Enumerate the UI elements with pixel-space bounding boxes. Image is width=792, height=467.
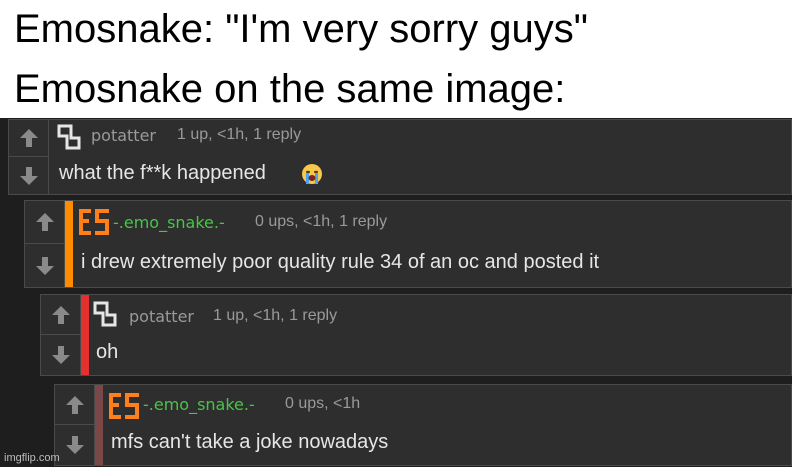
downvote-button[interactable] [25, 244, 64, 287]
down-arrow-icon [35, 256, 54, 275]
meme-caption-top: Emosnake: "I'm very sorry guys" [14, 7, 588, 51]
potatter-avatar-icon [57, 124, 81, 150]
downvote-button[interactable] [41, 335, 80, 375]
comment-text: what the f**k happened [59, 162, 266, 184]
upvote-button[interactable] [55, 385, 94, 425]
comment-username[interactable]: potatter [91, 126, 156, 145]
comment-text: mfs can't take a joke nowadays [111, 431, 389, 453]
vote-column [41, 295, 81, 375]
reply-depth-bar [81, 295, 89, 375]
comment-1: potatter 1 up, <1h, 1 reply what the f**… [8, 119, 792, 195]
reply-depth-bar [95, 385, 103, 465]
comment-meta: 0 ups, <1h, 1 reply [255, 213, 388, 230]
upvote-button[interactable] [41, 295, 80, 335]
down-arrow-icon [65, 436, 84, 454]
es-avatar-icon [109, 393, 139, 419]
upvote-button[interactable] [9, 120, 48, 157]
vote-column [9, 120, 49, 194]
down-arrow-icon [19, 166, 38, 185]
comment-username[interactable]: -.emo_snake.- [143, 395, 255, 414]
potatter-avatar-icon [93, 301, 117, 327]
upvote-button[interactable] [25, 201, 64, 244]
comment-meta: 1 up, <1h, 1 reply [213, 307, 338, 324]
vote-column [25, 201, 65, 287]
imgflip-watermark: imgflip.com [4, 452, 60, 464]
comment-3: potatter 1 up, <1h, 1 reply oh [40, 294, 792, 376]
up-arrow-icon [19, 129, 38, 147]
down-arrow-icon [51, 346, 70, 364]
up-arrow-icon [51, 305, 70, 324]
comment-meta: 1 up, <1h, 1 reply [177, 126, 302, 143]
comment-text: oh [96, 341, 119, 363]
downvote-button[interactable] [9, 157, 48, 194]
comment-2: -.emo_snake.- 0 ups, <1h, 1 reply i drew… [24, 200, 792, 288]
loudly-crying-face-icon [302, 164, 322, 184]
downvote-button[interactable] [55, 425, 94, 465]
meme-caption-bottom: Emosnake on the same image: [14, 67, 566, 111]
comment-username[interactable]: -.emo_snake.- [113, 213, 225, 232]
comment-thread-screenshot: potatter 1 up, <1h, 1 reply what the f**… [0, 118, 792, 467]
comment-meta: 0 ups, <1h [285, 395, 361, 412]
es-avatar-icon [79, 209, 109, 235]
comment-4: -.emo_snake.- 0 ups, <1h mfs can't take … [54, 384, 792, 466]
up-arrow-icon [35, 213, 54, 231]
comment-text: i drew extremely poor quality rule 34 of… [81, 251, 600, 273]
comment-username[interactable]: potatter [129, 307, 194, 326]
reply-depth-bar [65, 201, 73, 287]
vote-column [55, 385, 95, 465]
up-arrow-icon [65, 395, 84, 414]
